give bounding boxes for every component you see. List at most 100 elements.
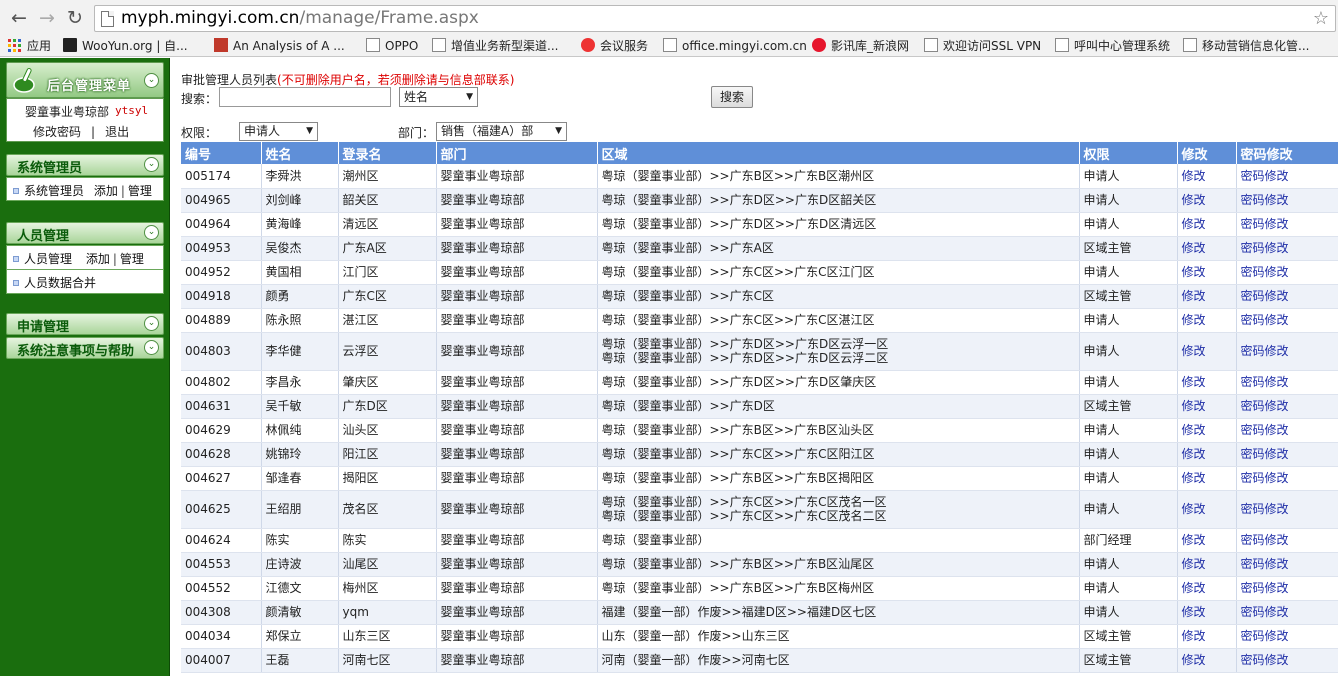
col-header-region[interactable]: 区域 bbox=[597, 142, 1080, 164]
bookmark-office[interactable]: office.mingyi.com.cn bbox=[663, 37, 807, 55]
cell-permission: 申请人 bbox=[1079, 332, 1178, 371]
edit-link[interactable]: 修改 bbox=[1177, 528, 1237, 553]
change-password-link[interactable]: 密码修改 bbox=[1236, 528, 1338, 553]
bookmark-star-icon[interactable]: ☆ bbox=[1313, 8, 1329, 29]
people-merge-link[interactable]: 人员数据合并 bbox=[24, 276, 96, 290]
bookmark-meeting[interactable]: 会议服务 bbox=[581, 37, 648, 55]
cell-permission: 申请人 bbox=[1079, 260, 1178, 285]
reload-icon[interactable]: ↻ bbox=[64, 7, 86, 29]
people-merge-item[interactable]: 人员数据合并 bbox=[13, 274, 96, 291]
change-password-link[interactable]: 密码修改 bbox=[1236, 164, 1338, 189]
change-password-link[interactable]: 密码修改 bbox=[1236, 236, 1338, 261]
change-password-link[interactable]: 密码修改 bbox=[1236, 442, 1338, 467]
edit-link[interactable]: 修改 bbox=[1177, 576, 1237, 601]
chevron-down-icon[interactable]: ⌄ bbox=[144, 157, 159, 172]
edit-link[interactable]: 修改 bbox=[1177, 442, 1237, 467]
edit-link[interactable]: 修改 bbox=[1177, 284, 1237, 309]
cell-name: 陈实 bbox=[261, 528, 339, 553]
bookmark-label: 应用 bbox=[27, 39, 52, 53]
panel-sysadmin-header[interactable]: 系统管理员 ⌄ bbox=[6, 154, 164, 176]
change-password-link[interactable]: 密码修改 bbox=[1236, 624, 1338, 649]
delete-warning: (不可删除用户名，若须删除请与信息部联系) bbox=[277, 73, 515, 87]
back-arrow-icon[interactable]: ← bbox=[8, 7, 30, 29]
bookmark-callcenter[interactable]: 呼叫中心管理系统 bbox=[1055, 37, 1170, 55]
change-password-link[interactable]: 密码修改 bbox=[1236, 332, 1338, 371]
people-add-link[interactable]: 添加 bbox=[86, 252, 110, 266]
bookmark-wooyun[interactable]: WooYun.org | 自... bbox=[63, 37, 188, 55]
cell-name: 李昌永 bbox=[261, 370, 339, 395]
url-text: myph.mingyi.com.cn/manage/Frame.aspx bbox=[121, 8, 479, 28]
change-password-link[interactable]: 密码修改 bbox=[1236, 576, 1338, 601]
bookmark-mobile[interactable]: 移动营销信息化管... bbox=[1183, 37, 1309, 55]
edit-link[interactable]: 修改 bbox=[1177, 212, 1237, 237]
change-password-link[interactable]: 密码修改 bbox=[1236, 466, 1338, 491]
edit-link[interactable]: 修改 bbox=[1177, 236, 1237, 261]
panel-apply-header[interactable]: 申请管理 ⌄ bbox=[6, 313, 164, 335]
bookmark-channel[interactable]: 增值业务新型渠道... bbox=[432, 37, 558, 55]
edit-link[interactable]: 修改 bbox=[1177, 418, 1237, 443]
change-password-link[interactable]: 密码修改 bbox=[1236, 284, 1338, 309]
col-header-login[interactable]: 登录名 bbox=[338, 142, 437, 164]
edit-link[interactable]: 修改 bbox=[1177, 308, 1237, 333]
edit-link[interactable]: 修改 bbox=[1177, 490, 1237, 529]
edit-link[interactable]: 修改 bbox=[1177, 370, 1237, 395]
search-button[interactable]: 搜索 bbox=[711, 86, 753, 108]
edit-link[interactable]: 修改 bbox=[1177, 648, 1237, 673]
bookmark-vpn[interactable]: 欢迎访问SSL VPN bbox=[924, 37, 1041, 55]
change-password-link[interactable]: 密码修改 bbox=[1236, 418, 1338, 443]
sysadmin-label[interactable]: 系统管理员 bbox=[24, 184, 84, 198]
edit-link[interactable]: 修改 bbox=[1177, 332, 1237, 371]
change-password-link[interactable]: 修改密码 bbox=[33, 125, 81, 139]
panel-people-header[interactable]: 人员管理 ⌄ bbox=[6, 222, 164, 244]
col-header-name[interactable]: 姓名 bbox=[261, 142, 339, 164]
chevron-down-icon[interactable]: ⌄ bbox=[144, 225, 159, 240]
cell-name: 王绍朋 bbox=[261, 490, 339, 529]
bookmark-analysis[interactable]: An Analysis of A ... bbox=[214, 37, 345, 55]
people-manage-link[interactable]: 管理 bbox=[120, 252, 144, 266]
department-select[interactable]: 销售（福建A）部 ▼ bbox=[436, 122, 567, 141]
edit-link[interactable]: 修改 bbox=[1177, 466, 1237, 491]
chevron-down-icon[interactable]: ⌄ bbox=[144, 340, 159, 355]
change-password-link[interactable]: 密码修改 bbox=[1236, 212, 1338, 237]
edit-link[interactable]: 修改 bbox=[1177, 394, 1237, 419]
change-password-link[interactable]: 密码修改 bbox=[1236, 490, 1338, 529]
col-header-permission[interactable]: 权限 bbox=[1079, 142, 1178, 164]
panel-help-header[interactable]: 系统注意事项与帮助 ⌄ bbox=[6, 337, 164, 359]
cell-dept: 婴童事业粤琼部 bbox=[436, 648, 598, 673]
url-host: myph.mingyi.com.cn bbox=[121, 8, 300, 28]
change-password-link[interactable]: 密码修改 bbox=[1236, 188, 1338, 213]
chevron-down-icon[interactable]: ⌄ bbox=[144, 73, 159, 88]
edit-link[interactable]: 修改 bbox=[1177, 188, 1237, 213]
cell-dept: 婴童事业粤琼部 bbox=[436, 528, 598, 553]
col-header-dept[interactable]: 部门 bbox=[436, 142, 598, 164]
bookmark-sina[interactable]: 影讯库_新浪网 bbox=[812, 37, 909, 55]
edit-link[interactable]: 修改 bbox=[1177, 164, 1237, 189]
people-manage-label[interactable]: 人员管理 bbox=[24, 252, 72, 266]
chevron-down-icon[interactable]: ⌄ bbox=[144, 316, 159, 331]
edit-link[interactable]: 修改 bbox=[1177, 600, 1237, 625]
bookmark-oppo[interactable]: OPPO bbox=[366, 37, 418, 55]
search-input[interactable] bbox=[219, 87, 391, 107]
cell-name: 吴俊杰 bbox=[261, 236, 339, 261]
change-password-link[interactable]: 密码修改 bbox=[1236, 260, 1338, 285]
search-field-select[interactable]: 姓名 ▼ bbox=[399, 87, 478, 107]
edit-link[interactable]: 修改 bbox=[1177, 624, 1237, 649]
user-department: 婴童事业粤琼部 bbox=[25, 105, 110, 119]
change-password-link[interactable]: 密码修改 bbox=[1236, 370, 1338, 395]
page-icon bbox=[101, 11, 114, 27]
sysadmin-add-link[interactable]: 添加 bbox=[94, 184, 118, 198]
edit-link[interactable]: 修改 bbox=[1177, 552, 1237, 577]
address-bar[interactable]: myph.mingyi.com.cn/manage/Frame.aspx ☆ bbox=[94, 5, 1336, 32]
sysadmin-manage-link[interactable]: 管理 bbox=[128, 184, 152, 198]
forward-arrow-icon[interactable]: → bbox=[36, 7, 58, 29]
change-password-link[interactable]: 密码修改 bbox=[1236, 394, 1338, 419]
permission-select[interactable]: 申请人 ▼ bbox=[239, 122, 318, 141]
change-password-link[interactable]: 密码修改 bbox=[1236, 600, 1338, 625]
logout-link[interactable]: 退出 bbox=[105, 125, 129, 139]
change-password-link[interactable]: 密码修改 bbox=[1236, 308, 1338, 333]
change-password-link[interactable]: 密码修改 bbox=[1236, 552, 1338, 577]
bookmark-apps[interactable]: 应用 bbox=[8, 37, 51, 55]
col-header-id[interactable]: 编号 bbox=[181, 142, 262, 164]
edit-link[interactable]: 修改 bbox=[1177, 260, 1237, 285]
change-password-link[interactable]: 密码修改 bbox=[1236, 648, 1338, 673]
